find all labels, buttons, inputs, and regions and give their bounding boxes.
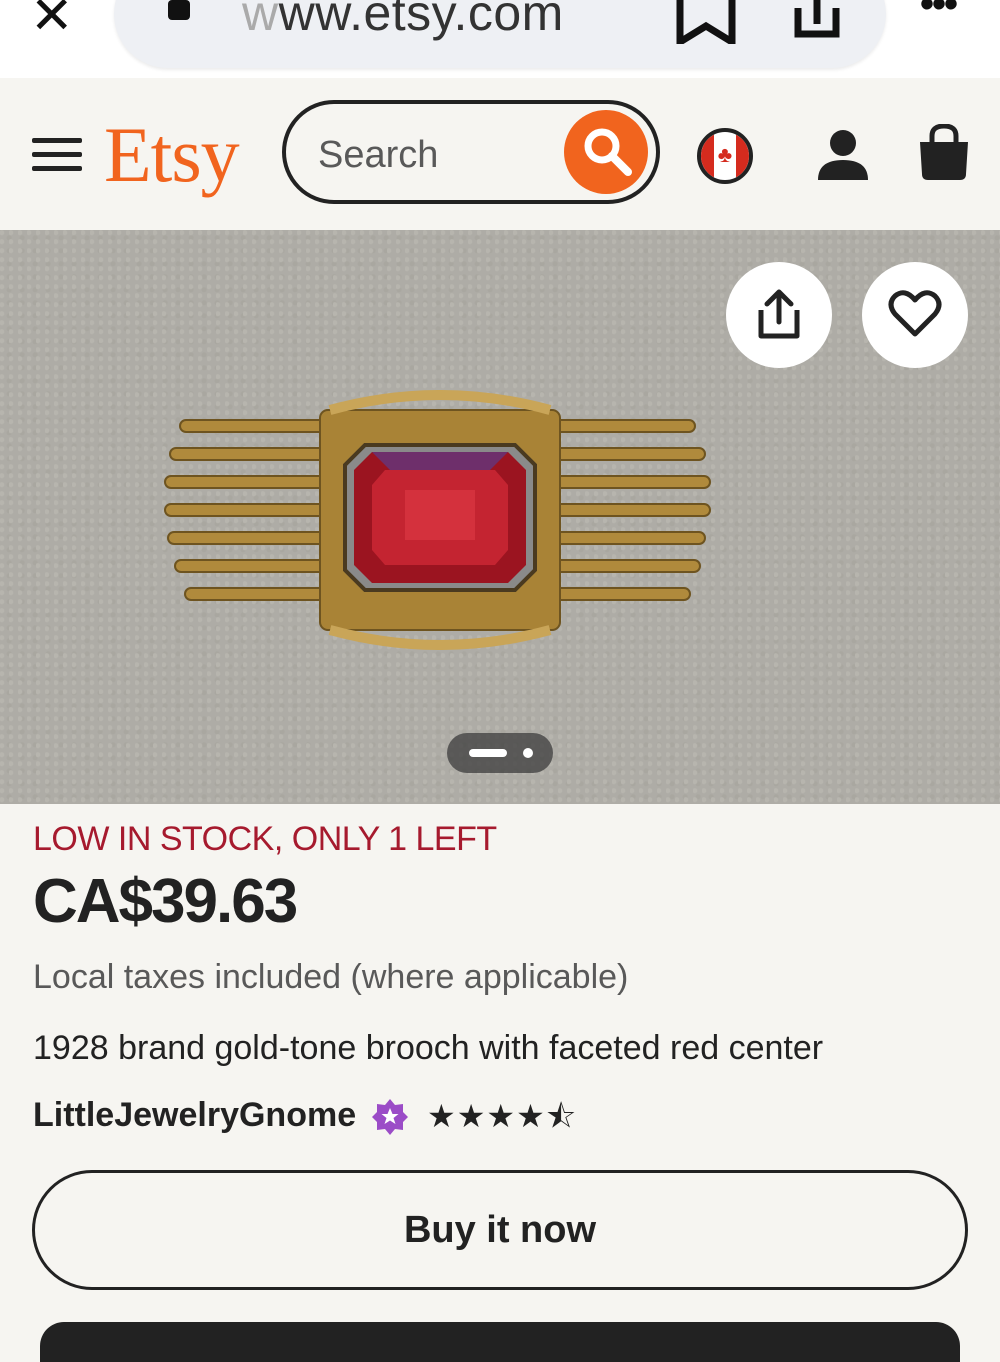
image-pagination[interactable] [447, 733, 553, 773]
shop-name-link[interactable]: LittleJewelryGnome [33, 1096, 356, 1135]
lock-icon [168, 0, 190, 20]
star-seller-icon[interactable] [371, 1098, 409, 1141]
stock-notice: LOW IN STOCK, ONLY 1 LEFT [33, 820, 497, 858]
rating-stars[interactable]: ★★★★⯪ [427, 1094, 577, 1148]
more-options-icon[interactable]: ••• [920, 0, 958, 27]
close-icon[interactable]: ✕ [30, 0, 74, 42]
buy-it-now-button[interactable]: Buy it now [32, 1170, 968, 1290]
add-to-cart-button[interactable] [40, 1322, 960, 1362]
brooch-photo [160, 390, 720, 655]
shopping-bag-icon[interactable] [916, 123, 972, 187]
share-button[interactable] [726, 262, 832, 368]
active-page-indicator [469, 749, 507, 757]
menu-icon[interactable] [32, 138, 82, 180]
browser-toolbar: ✕ www.etsy.com ••• [0, 0, 1000, 78]
product-image[interactable] [0, 230, 1000, 804]
etsy-logo[interactable]: Etsy [104, 110, 240, 200]
bookmark-icon[interactable] [676, 0, 736, 49]
canada-flag-icon[interactable]: ♣ [697, 128, 753, 184]
heart-icon [888, 290, 942, 337]
favorite-button[interactable] [862, 262, 968, 368]
share-icon[interactable] [790, 0, 844, 45]
search-placeholder: Search [318, 134, 439, 176]
tax-note: Local taxes included (where applicable) [33, 958, 629, 996]
site-header: Etsy Search ♣ [0, 78, 1000, 230]
listing-price: CA$39.63 [33, 867, 298, 936]
user-icon[interactable] [816, 128, 870, 187]
listing-title: 1928 brand gold-tone brooch with faceted… [33, 1029, 824, 1067]
url-text[interactable]: www.etsy.com [242, 0, 564, 42]
search-icon [584, 128, 632, 176]
search-input[interactable]: Search [282, 100, 660, 204]
share-icon [758, 289, 800, 339]
page-indicator-dot[interactable] [523, 748, 533, 758]
search-button[interactable] [564, 110, 648, 194]
